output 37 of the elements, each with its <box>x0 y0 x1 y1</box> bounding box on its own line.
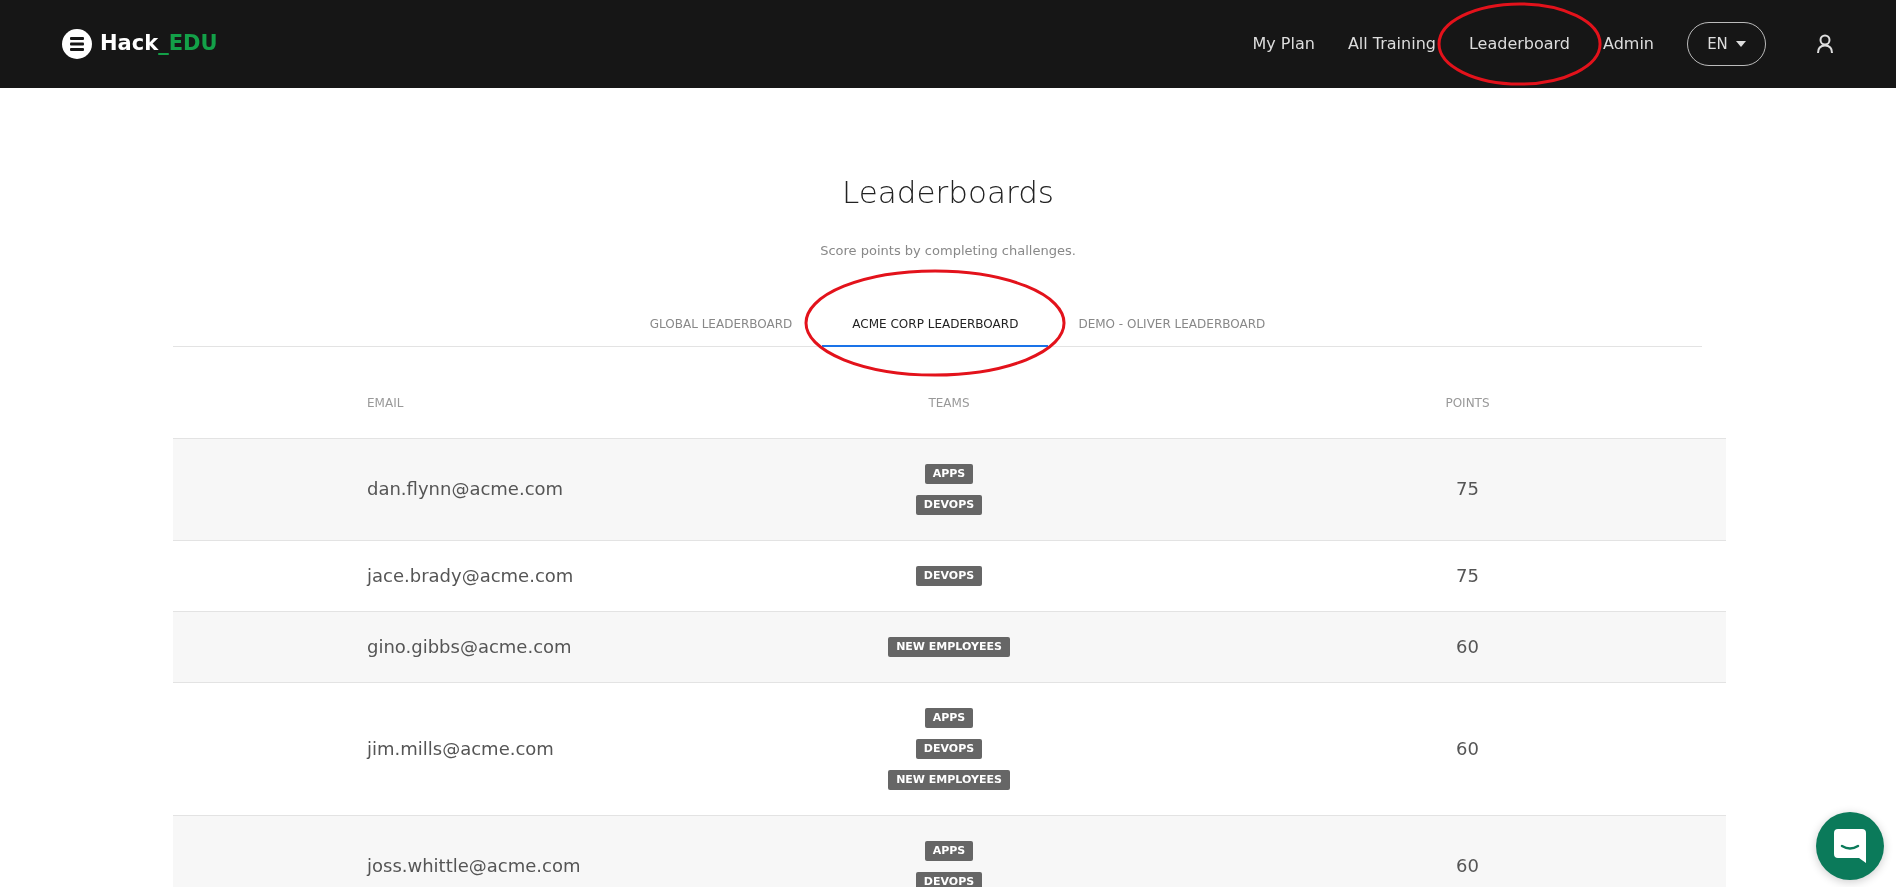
caret-icon <box>1735 41 1746 47</box>
team-tag: DEVOPS <box>915 565 983 586</box>
logo-icon <box>62 29 92 59</box>
team-tag: NEW EMPLOYEES <box>888 636 1010 657</box>
email-text: jace.brady@acme.com <box>367 564 574 586</box>
nav-link[interactable]: Admin <box>1603 32 1654 56</box>
team-tag: NEW EMPLOYEES <box>888 769 1010 790</box>
email-text: gino.gibbs@acme.com <box>367 635 572 657</box>
points-text: 60 <box>1456 635 1479 657</box>
column-header: POINTS <box>1444 395 1491 413</box>
team-tag: APPS <box>924 707 974 728</box>
logo-text[interactable]: Hack_EDU <box>100 28 218 60</box>
user-icon[interactable] <box>1816 34 1834 54</box>
nav-link[interactable]: All Training <box>1347 32 1436 56</box>
team-tag: DEVOPS <box>915 871 983 887</box>
chat-icon <box>1834 829 1866 863</box>
page-title: Leaderboards <box>841 174 1055 212</box>
email-text: joss.whittle@acme.com <box>367 855 581 877</box>
column-header: EMAIL <box>366 395 405 413</box>
team-tag: DEVOPS <box>915 738 983 759</box>
points-text: 75 <box>1456 564 1479 586</box>
points-text: 60 <box>1456 855 1479 877</box>
tab[interactable]: GLOBAL LEADERBOARD <box>619 298 823 347</box>
team-tag: APPS <box>924 463 974 484</box>
nav-link[interactable]: Leaderboard <box>1468 32 1570 56</box>
tab[interactable]: DEMO - OLIVER LEADERBOARD <box>1048 298 1296 347</box>
email-text: dan.flynn@acme.com <box>367 478 564 500</box>
points-text: 75 <box>1456 478 1479 500</box>
team-tag: APPS <box>924 840 974 861</box>
page-subtitle: Score points by completing challenges. <box>819 242 1077 261</box>
points-text: 60 <box>1456 737 1479 759</box>
chat-button[interactable] <box>1816 812 1884 880</box>
team-tag: DEVOPS <box>915 494 983 515</box>
column-header: TEAMS <box>927 395 971 413</box>
email-text: jim.mills@acme.com <box>367 737 554 759</box>
tab[interactable]: ACME CORP LEADERBOARD <box>822 298 1049 347</box>
nav-link[interactable]: My Plan <box>1252 32 1315 56</box>
